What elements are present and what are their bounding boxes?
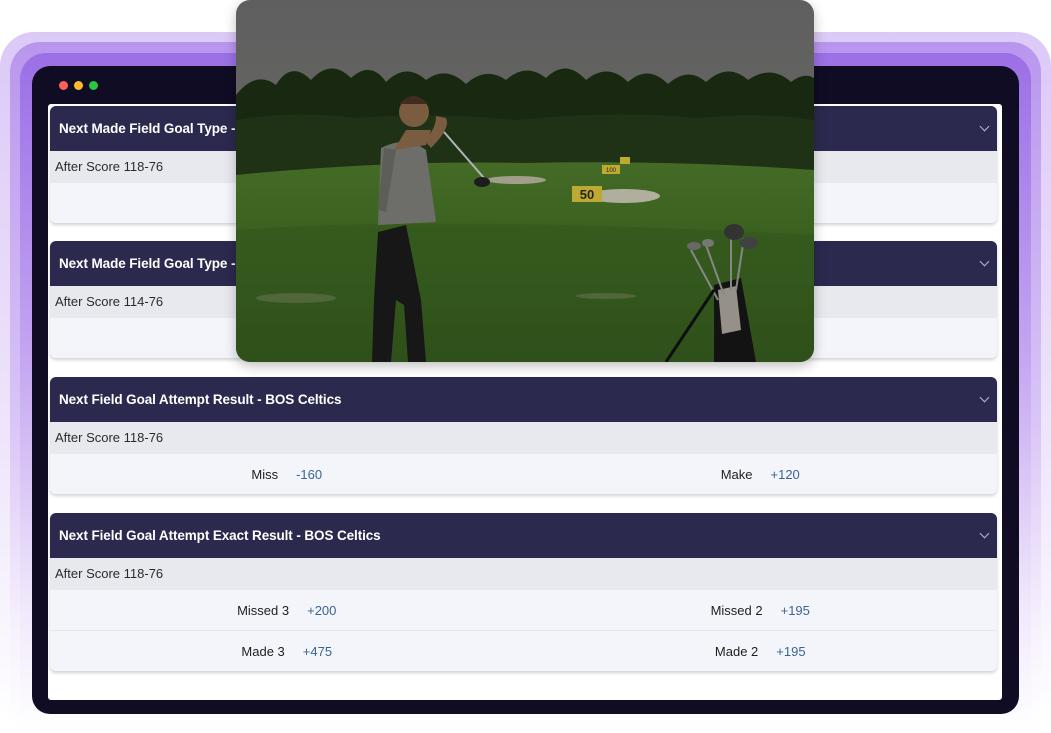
selection-button[interactable]: Missed 3 +200: [50, 590, 524, 630]
market-header[interactable]: Next Field Goal Attempt Result - BOS Cel…: [50, 377, 997, 422]
selection-label: Missed 2: [710, 602, 763, 618]
market-card: Next Field Goal Attempt Result - BOS Cel…: [50, 377, 997, 494]
chevron-down-icon[interactable]: [979, 528, 990, 539]
close-window-dot[interactable]: [59, 81, 68, 90]
market-title: Next Field Goal Attempt Result - BOS Cel…: [59, 392, 342, 407]
selection-odds: +475: [302, 643, 333, 659]
window-controls: [59, 81, 98, 90]
market-card: Next Field Goal Attempt Exact Result - B…: [50, 513, 997, 671]
selection-label: Missed 3: [237, 602, 290, 618]
selection-odds: +195: [780, 602, 810, 618]
selection-button[interactable]: Missed 2 +195: [524, 590, 998, 630]
selection-label: Make: [720, 466, 753, 482]
selection-button[interactable]: Made 2 +195: [524, 631, 998, 671]
market-title: Next Made Field Goal Type - B: [59, 121, 249, 136]
market-subtitle: After Score 118-76: [50, 422, 997, 453]
selection-row: Miss -160 Make +120: [50, 453, 997, 494]
selection-button[interactable]: Make +120: [524, 454, 998, 494]
market-title: Next Field Goal Attempt Exact Result - B…: [59, 528, 381, 543]
chevron-down-icon[interactable]: [979, 256, 990, 267]
chevron-down-icon[interactable]: [979, 121, 990, 132]
maximize-window-dot[interactable]: [89, 81, 98, 90]
selection-button[interactable]: Made 3 +475: [50, 631, 524, 671]
selection-label: Made 2: [714, 643, 759, 659]
selection-odds: +200: [307, 602, 337, 618]
golf-photo: 50 100: [236, 0, 814, 362]
selection-odds: +195: [776, 643, 806, 659]
market-subtitle: After Score 118-76: [50, 558, 997, 589]
market-header[interactable]: Next Field Goal Attempt Exact Result - B…: [50, 513, 997, 558]
selection-label: Miss: [251, 466, 279, 482]
market-title: Next Made Field Goal Type - G: [59, 256, 250, 271]
selection-label: Made 3: [241, 643, 285, 659]
selection-odds: +120: [770, 466, 800, 482]
golfer-illustration: 50 100: [236, 0, 814, 362]
minimize-window-dot[interactable]: [74, 81, 83, 90]
chevron-down-icon[interactable]: [979, 392, 990, 403]
selection-odds: -160: [296, 466, 323, 482]
selection-row: Missed 3 +200 Missed 2 +195: [50, 589, 997, 630]
selection-row: Made 3 +475 Made 2 +195: [50, 630, 997, 671]
selection-button[interactable]: Miss -160: [50, 454, 524, 494]
